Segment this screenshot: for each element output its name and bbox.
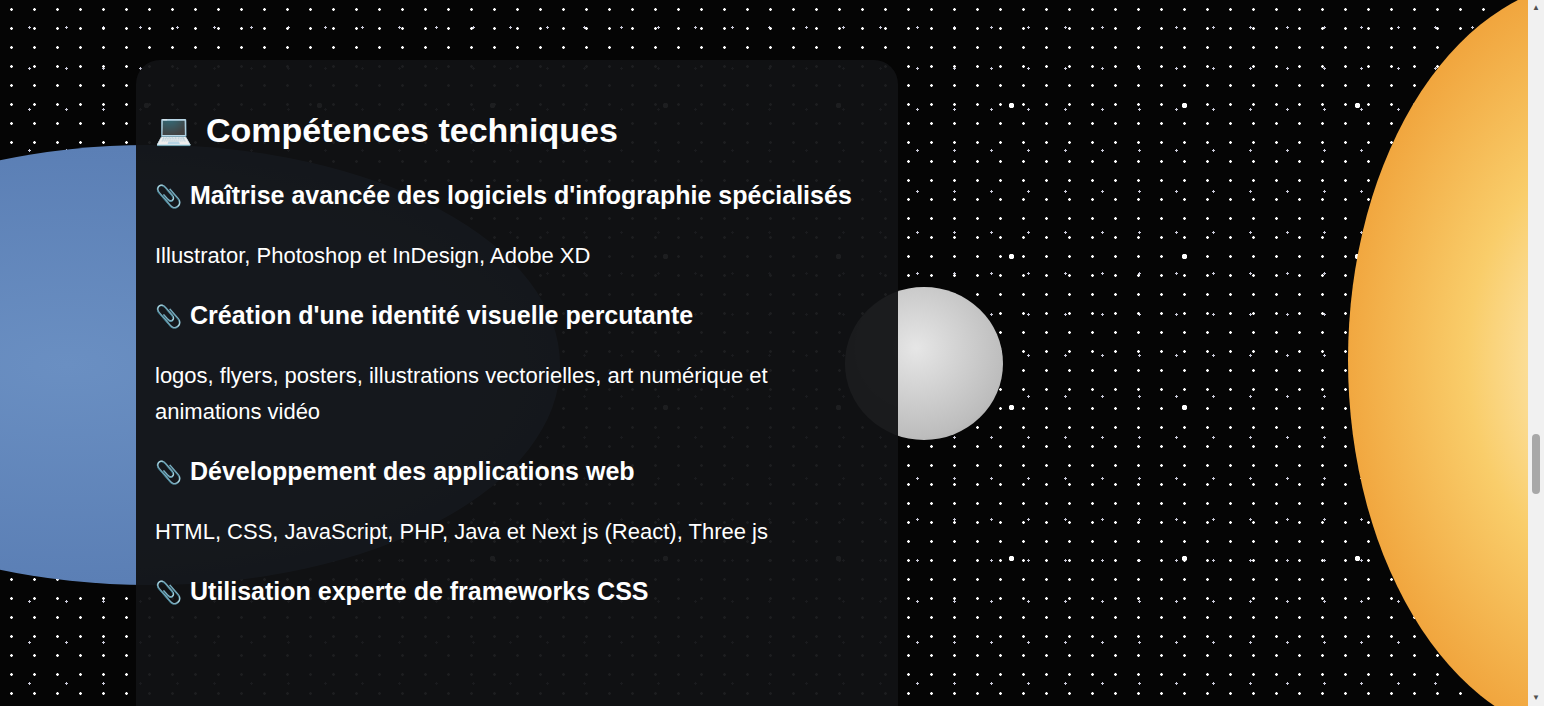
section-title: Compétences techniques [206,108,618,152]
skills-card: 💻 Compétences techniques 📎Maîtrise avancée… [136,60,898,706]
scroll-thumb[interactable] [1532,434,1540,494]
scroll-up-button[interactable]: ▲ [1532,0,1540,16]
skill-item: 📎Création d'une identité visuelle percut… [155,294,878,430]
skill-title: 📎Développement des applications web [155,450,878,494]
paperclip-icon: 📎 [155,460,182,485]
content: 💻 Compétences techniques 📎Maîtrise avancée… [0,0,1528,706]
skill-title: 📎Maîtrise avancée des logiciels d'infogr… [155,174,878,218]
paperclip-icon: 📎 [155,304,182,329]
section-heading: 💻 Compétences techniques [155,108,878,152]
scroll-down-button[interactable]: ▼ [1532,690,1540,706]
skill-description: HTML, CSS, JavaScript, PHP, Java et Next… [155,514,878,550]
skill-title: 📎Création d'une identité visuelle percut… [155,294,878,338]
skill-description: logos, flyers, posters, illustrations ve… [155,358,878,430]
skill-item: 📎Utilisation experte de frameworks CSS [155,570,878,614]
sun-icon [1348,0,1528,706]
scroll-track[interactable] [1528,16,1544,690]
skill-description: Illustrator, Photoshop et InDesign, Adob… [155,238,878,274]
space-scene[interactable]: 💻 Compétences techniques 📎Maîtrise avancée… [0,0,1528,706]
paperclip-icon: 📎 [155,580,182,605]
scrollbar[interactable]: ▲▼ [1528,0,1544,706]
skill-item: 📎Maîtrise avancée des logiciels d'infogr… [155,174,878,274]
skill-item: 📎Développement des applications web HTML,… [155,450,878,550]
laptop-icon: 💻 [155,108,192,152]
paperclip-icon: 📎 [155,184,182,209]
skill-title: 📎Utilisation experte de frameworks CSS [155,570,878,614]
page: 💻 Compétences techniques 📎Maîtrise avancée… [0,0,1544,706]
